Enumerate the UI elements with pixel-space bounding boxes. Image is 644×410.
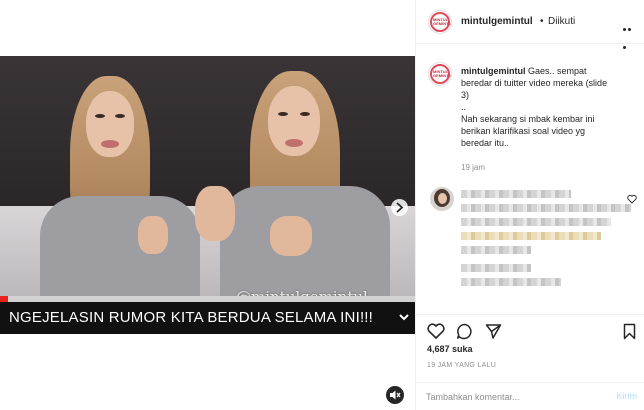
- video-caption-bar: NGEJELASIN RUMOR KITA BERDUA SELAMA INI!…: [0, 302, 415, 334]
- avatar[interactable]: MINTUL GEMINTUL: [428, 10, 452, 34]
- post-timestamp: 19 JAM YANG LALU: [427, 362, 497, 369]
- avatar-logo-text: MINTUL GEMINTUL: [433, 69, 452, 78]
- caption-first-line: Gaes.. sempat: [528, 66, 587, 76]
- next-slide-button[interactable]: [391, 199, 408, 216]
- blurred-comment-text: [461, 264, 531, 272]
- person-right-left-hand: [195, 186, 235, 241]
- caption-line: beredar di tuitter video mereka (slide: [461, 78, 608, 88]
- comment-box: Kirim: [416, 382, 644, 410]
- person-right-lips: [285, 139, 303, 147]
- header-username[interactable]: mintulgemintul: [461, 16, 533, 27]
- heart-icon[interactable]: [427, 323, 445, 339]
- blurred-comment-text: [461, 246, 531, 254]
- likes-number: 4,687: [427, 344, 450, 354]
- caption-line: Nah sekarang si mbak kembar ini: [461, 114, 595, 124]
- person-left-eye: [95, 114, 105, 118]
- mute-button[interactable]: [386, 386, 404, 404]
- follow-status[interactable]: Diikuti: [548, 16, 575, 27]
- comment-icon[interactable]: [456, 323, 473, 340]
- comment-input[interactable]: [426, 389, 586, 405]
- commenter-avatar[interactable]: [430, 187, 454, 211]
- avatar[interactable]: MINTUL GEMINTUL: [428, 62, 452, 86]
- person-right-right-hand: [270, 216, 312, 256]
- more-options-icon[interactable]: [623, 18, 637, 49]
- post-comment-button[interactable]: Kirim: [617, 391, 638, 401]
- action-bar: [416, 314, 644, 346]
- video-caption-text: NGEJELASIN RUMOR KITA BERDUA SELAMA INI!…: [9, 309, 374, 326]
- caption-line: beredar itu..: [461, 138, 510, 148]
- likes-count[interactable]: 4,687 suka: [427, 344, 473, 354]
- chevron-right-icon: [396, 202, 404, 213]
- chevron-down-icon: [399, 314, 409, 321]
- person-left-hands: [138, 216, 168, 254]
- heart-icon[interactable]: [627, 194, 637, 204]
- commenter-face: [438, 193, 447, 204]
- caption-line: 3): [461, 90, 470, 100]
- post-caption: mintulgemintul Gaes.. sempat beredar di …: [461, 65, 636, 149]
- caption-time: 19 jam: [461, 163, 486, 172]
- person-right-eye: [278, 112, 288, 116]
- likes-label: suka: [452, 344, 473, 354]
- caption-line: berikan klarifikasi soal video yg: [461, 126, 586, 136]
- bookmark-icon[interactable]: [623, 323, 636, 340]
- person-left-hoodie: [40, 196, 200, 306]
- video-player[interactable]: @mintulgemintul NGEJELASIN RUMOR KITA BE…: [0, 56, 415, 334]
- comments-area: MINTUL GEMINTUL mintulgemintul Gaes.. sem…: [416, 44, 644, 314]
- caption-line: ..: [461, 102, 467, 112]
- avatar-logo-text: MINTUL GEMINTUL: [433, 17, 452, 26]
- mute-icon: [390, 390, 401, 400]
- post-side-panel: MINTUL GEMINTUL mintulgemintul • Diikuti …: [415, 0, 644, 410]
- post-header: MINTUL GEMINTUL mintulgemintul • Diikuti: [416, 0, 644, 49]
- header-separator: •: [540, 16, 544, 27]
- blurred-comment-text: [461, 232, 601, 240]
- blurred-comment-text: [461, 278, 561, 286]
- instagram-post-modal: @mintulgemintul NGEJELASIN RUMOR KITA BE…: [0, 0, 644, 410]
- person-left-eye: [115, 114, 125, 118]
- person-right-eye: [300, 112, 310, 116]
- blurred-comment-text: [461, 190, 571, 198]
- media-pane: @mintulgemintul NGEJELASIN RUMOR KITA BE…: [0, 0, 415, 410]
- share-icon[interactable]: [485, 323, 502, 340]
- caption-username[interactable]: mintulgemintul: [461, 66, 526, 76]
- person-left-lips: [101, 140, 119, 148]
- blurred-comment-text: [461, 218, 611, 226]
- blurred-comment-text: [461, 204, 631, 212]
